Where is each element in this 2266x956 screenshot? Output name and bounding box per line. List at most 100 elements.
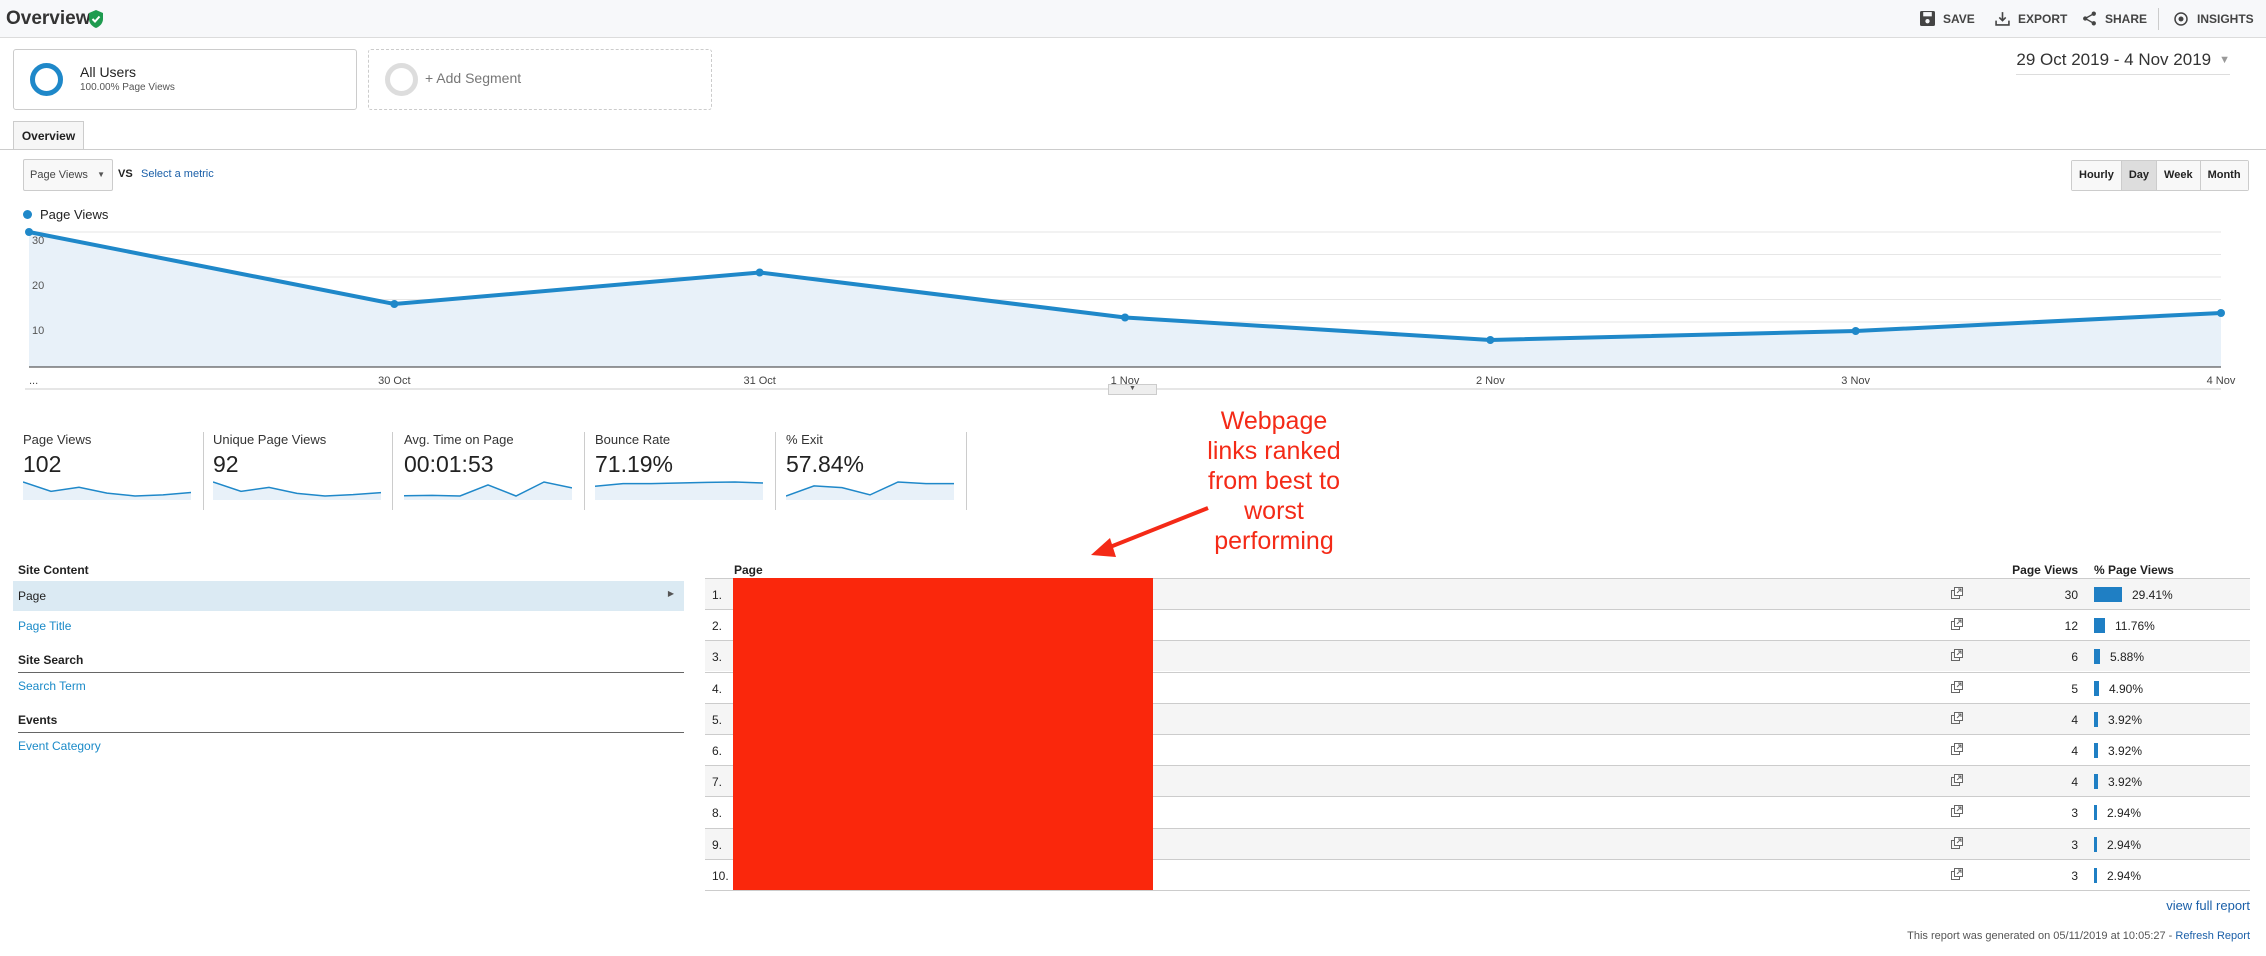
x-tick-label: 4 Nov <box>2207 375 2236 387</box>
download-icon <box>1995 12 2010 26</box>
annotation-arrow-icon <box>1091 506 1209 557</box>
add-segment-button[interactable]: + Add Segment <box>368 49 712 110</box>
chevron-down-icon: ▼ <box>97 170 105 179</box>
open-link-icon[interactable] <box>1951 743 1963 755</box>
row-pct-page-views: 2.94% <box>2107 837 2142 852</box>
save-icon <box>1920 11 1935 26</box>
segment-sub: 100.00% Page Views <box>80 82 175 93</box>
row-page-views: 3 <box>2071 806 2078 821</box>
y-tick-label: 30 <box>32 235 44 247</box>
export-button[interactable]: EXPORT <box>1995 11 2067 26</box>
data-point[interactable] <box>1486 336 1495 344</box>
redaction-box <box>733 578 1153 890</box>
pct-bar <box>2094 649 2100 665</box>
granularity-week[interactable]: Week <box>2157 161 2201 190</box>
scorecard[interactable]: Bounce Rate 71.19% <box>595 432 776 510</box>
chevron-down-icon: ▼ <box>2219 54 2230 66</box>
sidebar-item[interactable]: Page Title <box>13 611 684 641</box>
row-pct-page-views: 3.92% <box>2108 775 2143 790</box>
save-button[interactable]: SAVE <box>1920 11 1975 26</box>
vs-label: VS <box>118 168 133 180</box>
data-point[interactable] <box>755 268 764 277</box>
row-page-views: 3 <box>2071 837 2078 852</box>
data-point[interactable] <box>1121 313 1129 322</box>
refresh-report-link[interactable]: Refresh Report <box>2175 930 2250 942</box>
divider <box>2158 8 2159 30</box>
sidebar-item[interactable]: Page ▶ <box>13 581 684 611</box>
row-pct-page-views: 2.94% <box>2107 868 2142 883</box>
row-page-views: 30 <box>2064 588 2078 602</box>
segment-all-users[interactable]: All Users 100.00% Page Views <box>13 49 357 110</box>
annotation-line: links ranked <box>1207 437 1341 465</box>
granularity-hourly[interactable]: Hourly <box>2072 161 2122 190</box>
table-bottom-border <box>705 890 2250 891</box>
insights-icon <box>2174 12 2188 26</box>
date-range: 29 Oct 2019 - 4 Nov 2019 <box>2016 50 2212 69</box>
sidebar-item-label: Event Category <box>18 739 101 753</box>
row-rank: 2. <box>712 619 723 634</box>
sidebar-item[interactable]: Event Category <box>13 731 684 761</box>
pct-bar <box>2094 711 2098 727</box>
sparkline <box>213 481 381 500</box>
data-point[interactable] <box>2217 309 2225 317</box>
open-link-icon[interactable] <box>1951 774 1963 787</box>
chevron-down-icon: ▼ <box>1129 385 1136 392</box>
row-rank: 6. <box>712 744 723 758</box>
granularity-day[interactable]: Day <box>2121 161 2158 190</box>
scorecard[interactable]: % Exit 57.84% <box>786 432 967 510</box>
share-button[interactable]: SHARE <box>2082 11 2147 26</box>
annotation-line: from best to <box>1208 467 1340 495</box>
open-link-icon[interactable] <box>1951 618 1963 631</box>
pct-bar <box>2094 743 2098 758</box>
data-point[interactable] <box>390 300 399 308</box>
row-rank: 4. <box>712 681 723 696</box>
legend-dot-icon <box>23 210 32 219</box>
granularity-toggle: Hourly Day Week Month <box>2071 160 2249 191</box>
scorecard-label: Page Views <box>23 432 92 447</box>
scorecard[interactable]: Unique Page Views 92 <box>213 432 393 510</box>
sidebar-item-label: Search Term <box>18 679 86 693</box>
open-link-icon[interactable] <box>1951 711 1963 724</box>
col-header-page-views[interactable]: Page Views <box>2012 563 2078 577</box>
open-link-icon[interactable] <box>1951 805 1963 818</box>
open-link-icon[interactable] <box>1951 867 1963 880</box>
row-page-views: 4 <box>2071 744 2078 758</box>
pct-bar <box>2094 774 2098 790</box>
sidebar-item[interactable]: Search Term <box>13 671 684 701</box>
scorecard[interactable]: Page Views 102 <box>23 432 204 510</box>
open-link-icon[interactable] <box>1951 649 1963 662</box>
row-rank: 7. <box>712 775 723 790</box>
x-tick-label: ... <box>29 375 38 387</box>
row-rank: 8. <box>712 806 723 821</box>
scorecard-label: Bounce Rate <box>595 432 671 447</box>
chart-collapse-handle[interactable]: ▼ <box>1108 384 1157 395</box>
row-pct-page-views: 5.88% <box>2110 650 2145 665</box>
x-tick-label: 30 Oct <box>378 375 410 387</box>
scorecard-value: 00:01:53 <box>404 451 494 477</box>
scorecard-value: 92 <box>213 451 239 477</box>
footer-text: This report was generated on 05/11/2019 … <box>1907 930 2176 942</box>
col-header-page[interactable]: Page <box>734 563 763 577</box>
select-metric-link[interactable]: Select a metric <box>141 168 214 180</box>
open-link-icon[interactable] <box>1951 680 1963 693</box>
data-point[interactable] <box>1851 327 1860 335</box>
sparkline <box>595 481 763 500</box>
view-full-report-link[interactable]: view full report <box>2166 898 2250 913</box>
open-link-icon[interactable] <box>1951 836 1963 849</box>
open-link-icon[interactable] <box>1951 587 1963 599</box>
col-header-pct-page-views[interactable]: % Page Views <box>2094 563 2174 577</box>
row-pct-page-views: 4.90% <box>2109 681 2144 696</box>
row-page-views: 4 <box>2071 775 2078 790</box>
x-tick-label: 3 Nov <box>1841 375 1870 387</box>
insights-button[interactable]: INSIGHTS <box>2173 11 2254 27</box>
row-rank: 9. <box>712 837 723 852</box>
granularity-month[interactable]: Month <box>2200 161 2248 190</box>
row-pct-page-views: 29.41% <box>2132 588 2173 602</box>
metric-select[interactable]: Page Views ▼ <box>23 159 113 191</box>
row-rank: 5. <box>712 712 723 727</box>
tab-overview[interactable]: Overview <box>13 121 84 150</box>
scorecard[interactable]: Avg. Time on Page 00:01:53 <box>404 432 585 510</box>
sidebar-section-header: Site Content <box>18 563 684 583</box>
date-range-picker[interactable]: 29 Oct 2019 - 4 Nov 2019 ▼ <box>2016 50 2230 75</box>
scorecard-label: % Exit <box>786 432 823 447</box>
